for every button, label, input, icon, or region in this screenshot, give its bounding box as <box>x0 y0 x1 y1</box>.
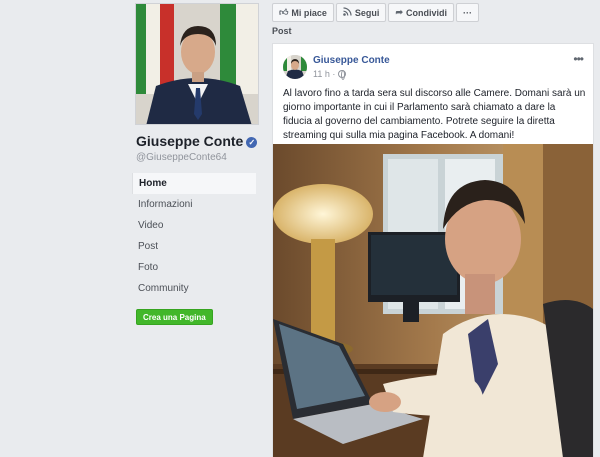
nav-item-informazioni[interactable]: Informazioni <box>132 194 256 215</box>
page-action-bar: 👍︎ Mi piace Segui ➦ Condividi ··· <box>272 3 479 22</box>
thumbs-up-icon: 👍︎ <box>279 7 289 17</box>
left-sidebar: Giuseppe Conte ✓ @GiuseppeConte64 Home In… <box>130 0 260 457</box>
post-timestamp[interactable]: 11 h · <box>313 69 347 80</box>
post-card: Giuseppe Conte 11 h · ••• Al lavoro fino… <box>272 43 594 457</box>
more-dots-icon: ··· <box>462 7 472 18</box>
main-column: 👍︎ Mi piace Segui ➦ Condividi ··· Post G… <box>266 0 600 457</box>
share-arrow-icon: ➦ <box>395 7 403 17</box>
globe-icon <box>338 70 347 80</box>
page-name-text: Giuseppe Conte <box>136 133 244 149</box>
nav-item-foto[interactable]: Foto <box>132 257 256 278</box>
create-page-button[interactable]: Crea una Pagina <box>136 309 213 325</box>
page-title: Giuseppe Conte ✓ <box>136 133 266 149</box>
post-time-text: 11 h · <box>313 69 336 79</box>
post-options-icon[interactable]: ••• <box>573 52 584 66</box>
page-handle: @GiuseppeConte64 <box>136 152 227 163</box>
more-options-button[interactable]: ··· <box>455 3 479 22</box>
post-photo[interactable] <box>273 144 593 457</box>
post-author-link[interactable]: Giuseppe Conte <box>313 55 390 66</box>
section-title: Post <box>272 26 292 36</box>
share-label: Condividi <box>405 7 447 18</box>
nav-item-post[interactable]: Post <box>132 236 256 257</box>
like-label: Mi piace <box>291 7 327 18</box>
post-text: Al lavoro fino a tarda sera sul discorso… <box>283 88 586 141</box>
profile-picture[interactable] <box>135 3 259 125</box>
verified-badge-icon: ✓ <box>246 137 258 148</box>
page-nav: Home Informazioni Video Post Foto Commun… <box>132 173 256 299</box>
follow-button[interactable]: Segui <box>335 3 387 22</box>
follow-label: Segui <box>354 7 380 18</box>
nav-item-home[interactable]: Home <box>132 173 256 194</box>
like-button[interactable]: 👍︎ Mi piace <box>272 3 334 22</box>
share-button[interactable]: ➦ Condividi <box>388 3 454 22</box>
author-avatar[interactable] <box>283 55 307 79</box>
rss-icon <box>343 7 352 18</box>
nav-item-community[interactable]: Community <box>132 278 256 299</box>
nav-item-video[interactable]: Video <box>132 215 256 236</box>
